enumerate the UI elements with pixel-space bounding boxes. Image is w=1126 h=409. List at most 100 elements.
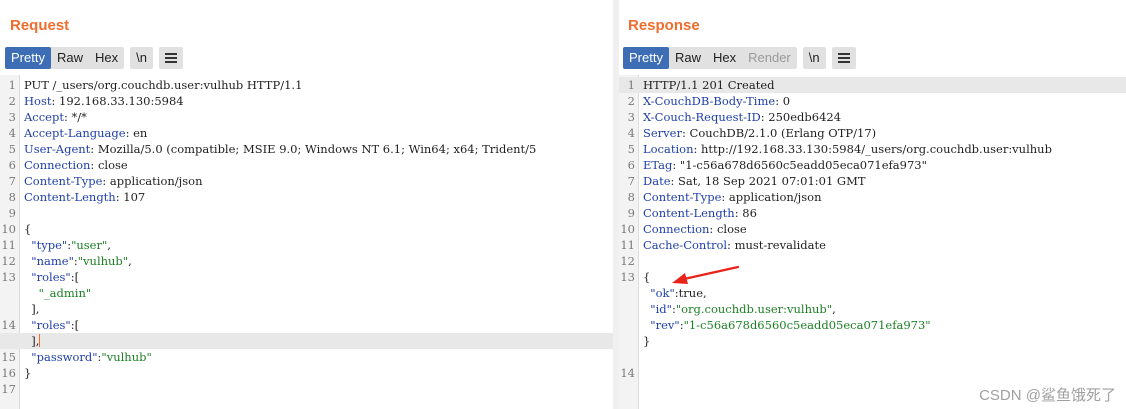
token-string: "org.couchdb.user:vulhub" [675, 302, 833, 316]
line-number: 8 [8, 190, 16, 204]
line-number: 11 [1, 238, 16, 252]
code-line: 10 Connection: close [619, 221, 1126, 237]
token-text: : 250edb6424 [760, 110, 842, 124]
request-newline-button[interactable]: \n [130, 47, 153, 69]
token-text: :[ [70, 318, 80, 332]
line-number: 1 [8, 78, 16, 92]
code-line: "id":"org.couchdb.user:vulhub", [619, 301, 1126, 317]
token-key: Server [643, 126, 682, 140]
line-content: { [24, 221, 31, 237]
token-text: : Mozilla/5.0 (compatible; MSIE 9.0; Win… [90, 142, 537, 156]
line-number: 2 [627, 94, 635, 108]
request-tab-hex[interactable]: Hex [89, 47, 124, 69]
response-newline-button[interactable]: \n [802, 47, 826, 69]
token-key: Connection [643, 222, 710, 236]
response-tab-pretty[interactable]: Pretty [623, 47, 669, 69]
line-content: Content-Length: 107 [24, 189, 145, 205]
code-line: 5 User-Agent: Mozilla/5.0 (compatible; MS… [0, 141, 613, 157]
line-content: "password":"vulhub" [24, 349, 151, 365]
line-content: X-Couch-Request-ID: 250edb6424 [643, 109, 841, 125]
response-tab-raw[interactable]: Raw [669, 47, 707, 69]
code-line: 9 Content-Length: 86 [619, 205, 1126, 221]
line-content: } [643, 333, 650, 349]
request-editor[interactable]: 1 PUT /_users/org.couchdb.user:vulhub HTT… [0, 75, 613, 409]
token-key: X-Couch-Request-ID [643, 110, 761, 124]
token-text: : 192.168.33.130:5984 [51, 94, 184, 108]
request-view-tabs: Pretty Raw Hex \n [5, 47, 183, 69]
code-line: 12 "name":"vulhub", [0, 253, 613, 269]
token-key: Content-Length [643, 206, 735, 220]
code-line: 14 [619, 365, 1126, 381]
code-line: 9 [0, 205, 613, 221]
response-title: Response [628, 17, 700, 34]
request-tab-pretty[interactable]: Pretty [5, 47, 51, 69]
request-tab-raw[interactable]: Raw [51, 47, 89, 69]
line-content: "id":"org.couchdb.user:vulhub", [643, 301, 836, 317]
response-editor[interactable]: 1 HTTP/1.1 201 Created 2 X-CouchDB-Body-Tim… [619, 75, 1126, 409]
response-tab-render[interactable]: Render [742, 47, 797, 69]
code-line: 8 Content-Length: 107 [0, 189, 613, 205]
token-key: "rev" [643, 318, 680, 332]
code-line: 1 HTTP/1.1 201 Created [619, 77, 1126, 93]
token-text: , [832, 302, 836, 316]
response-menu-button[interactable] [831, 47, 856, 69]
token-key: Location [643, 142, 694, 156]
token-text: : 107 [115, 190, 146, 204]
line-content: } [24, 365, 31, 381]
token-text: : en [125, 126, 148, 140]
line-number: 15 [1, 350, 16, 364]
line-content: User-Agent: Mozilla/5.0 (compatible; MSI… [24, 141, 536, 157]
token-key: Content-Length [24, 190, 116, 204]
line-content: Content-Length: 86 [643, 205, 757, 221]
token-key: User-Agent [24, 142, 91, 156]
request-title: Request [10, 17, 70, 34]
token-text: : must-revalidate [727, 238, 826, 252]
code-line: 4 Accept-Language: en [0, 125, 613, 141]
line-content: ], [24, 333, 41, 349]
line-content: "roles":[ [24, 317, 79, 333]
line-content: "rev":"1-c56a678d6560c5eadd05eca071efa97… [643, 317, 930, 333]
code-line: 8 Content-Type: application/json [619, 189, 1126, 205]
text-cursor [39, 334, 41, 347]
line-content: ], [24, 301, 39, 317]
line-number: 7 [627, 174, 635, 188]
code-line: 6 ETag: "1-c56a678d6560c5eadd05eca071efa9… [619, 157, 1126, 173]
token-text: HTTP/1.1 201 Created [643, 78, 775, 92]
csdn-watermark: CSDN @鲨鱼饿死了 [979, 387, 1116, 404]
line-content: Server: CouchDB/2.1.0 (Erlang OTP/17) [643, 125, 876, 141]
token-text: PUT /_users/org.couchdb.user:vulhub HTTP… [24, 78, 303, 92]
code-line: 15 "password":"vulhub" [0, 349, 613, 365]
token-key: Host [24, 94, 52, 108]
line-number: 1 [627, 78, 635, 92]
line-content: Location: http://192.168.33.130:5984/_us… [643, 141, 1052, 157]
code-line: 7 Date: Sat, 18 Sep 2021 07:01:01 GMT [619, 173, 1126, 189]
line-content: "type":"user", [24, 237, 111, 253]
code-line: ], [0, 333, 613, 349]
code-line: 3 Accept: */* [0, 109, 613, 125]
token-text: : 86 [734, 206, 757, 220]
request-tab-group: Pretty Raw Hex [5, 47, 125, 69]
response-panel: Response Pretty Raw Hex Render \n 1 HTTP/… [619, 0, 1126, 409]
line-number: 14 [620, 366, 635, 380]
token-text: : "1-c56a678d6560c5eadd05eca071efa973" [672, 158, 927, 172]
line-number: 16 [1, 366, 16, 380]
token-key: Date [643, 174, 671, 188]
line-content: Content-Type: application/json [643, 189, 821, 205]
code-line: 11 Cache-Control: must-revalidate [619, 237, 1126, 253]
code-line: 16} [0, 365, 613, 381]
token-text: , [128, 254, 132, 268]
token-key: "roles" [24, 270, 71, 284]
line-number: 3 [8, 110, 16, 124]
response-tab-hex[interactable]: Hex [707, 47, 742, 69]
code-line: 14 "roles":[ [0, 317, 613, 333]
line-number: 13 [1, 270, 16, 284]
token-text: { [643, 270, 651, 284]
token-key: "ok" [643, 286, 675, 300]
line-content: Cache-Control: must-revalidate [643, 237, 826, 253]
request-menu-button[interactable] [158, 47, 183, 69]
hamburger-menu-icon [164, 51, 177, 65]
code-line: 4 Server: CouchDB/2.1.0 (Erlang OTP/17) [619, 125, 1126, 141]
token-text: :true, [674, 286, 707, 300]
code-line: "rev":"1-c56a678d6560c5eadd05eca071efa97… [619, 317, 1126, 333]
